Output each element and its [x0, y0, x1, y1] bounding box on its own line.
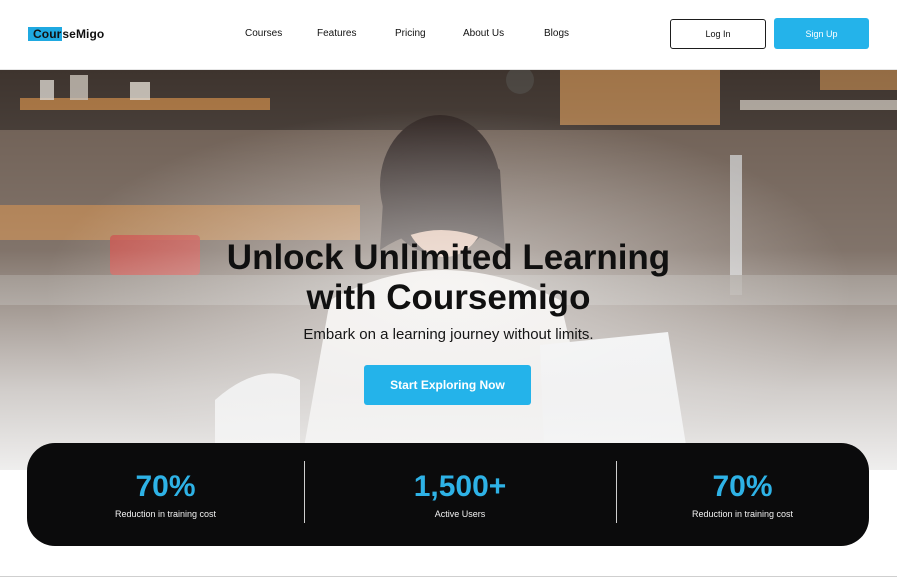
- nav-about-us[interactable]: About Us: [463, 28, 504, 39]
- hero-title-line-1: Unlock Unlimited Learning: [226, 238, 671, 277]
- page-divider: [0, 576, 897, 577]
- hero-section: Unlock Unlimited Learning with Coursemig…: [0, 70, 897, 470]
- stat-label: Reduction in training cost: [691, 509, 794, 519]
- stats-bar: 70% Reduction in training cost 1,500+ Ac…: [27, 443, 869, 546]
- hero-title: Unlock Unlimited Learning with Coursemig…: [0, 238, 897, 318]
- stat-value: 70%: [712, 470, 773, 503]
- nav-features[interactable]: Features: [317, 28, 356, 39]
- stat-label: Reduction in training cost: [114, 509, 217, 519]
- landing-page: CourseMigo Courses Features Pricing Abou…: [0, 0, 897, 578]
- nav-courses[interactable]: Courses: [245, 28, 282, 39]
- start-exploring-button[interactable]: Start Exploring Now: [364, 365, 531, 405]
- stat-item: 70% Reduction in training cost: [27, 443, 304, 546]
- stat-value: 1,500+: [413, 470, 507, 503]
- stat-label: Active Users: [434, 509, 486, 519]
- hero-subtitle: Embark on a learning journey without lim…: [303, 326, 594, 343]
- signup-button[interactable]: Sign Up: [774, 18, 869, 49]
- login-button[interactable]: Log In: [670, 19, 766, 49]
- nav-blogs[interactable]: Blogs: [544, 28, 569, 39]
- stat-item: 70% Reduction in training cost: [616, 443, 869, 546]
- nav-pricing[interactable]: Pricing: [395, 28, 426, 39]
- hero-title-line-2: with Coursemigo: [306, 278, 591, 317]
- stat-item: 1,500+ Active Users: [304, 443, 616, 546]
- top-navbar: CourseMigo Courses Features Pricing Abou…: [0, 0, 897, 70]
- stat-value: 70%: [135, 470, 196, 503]
